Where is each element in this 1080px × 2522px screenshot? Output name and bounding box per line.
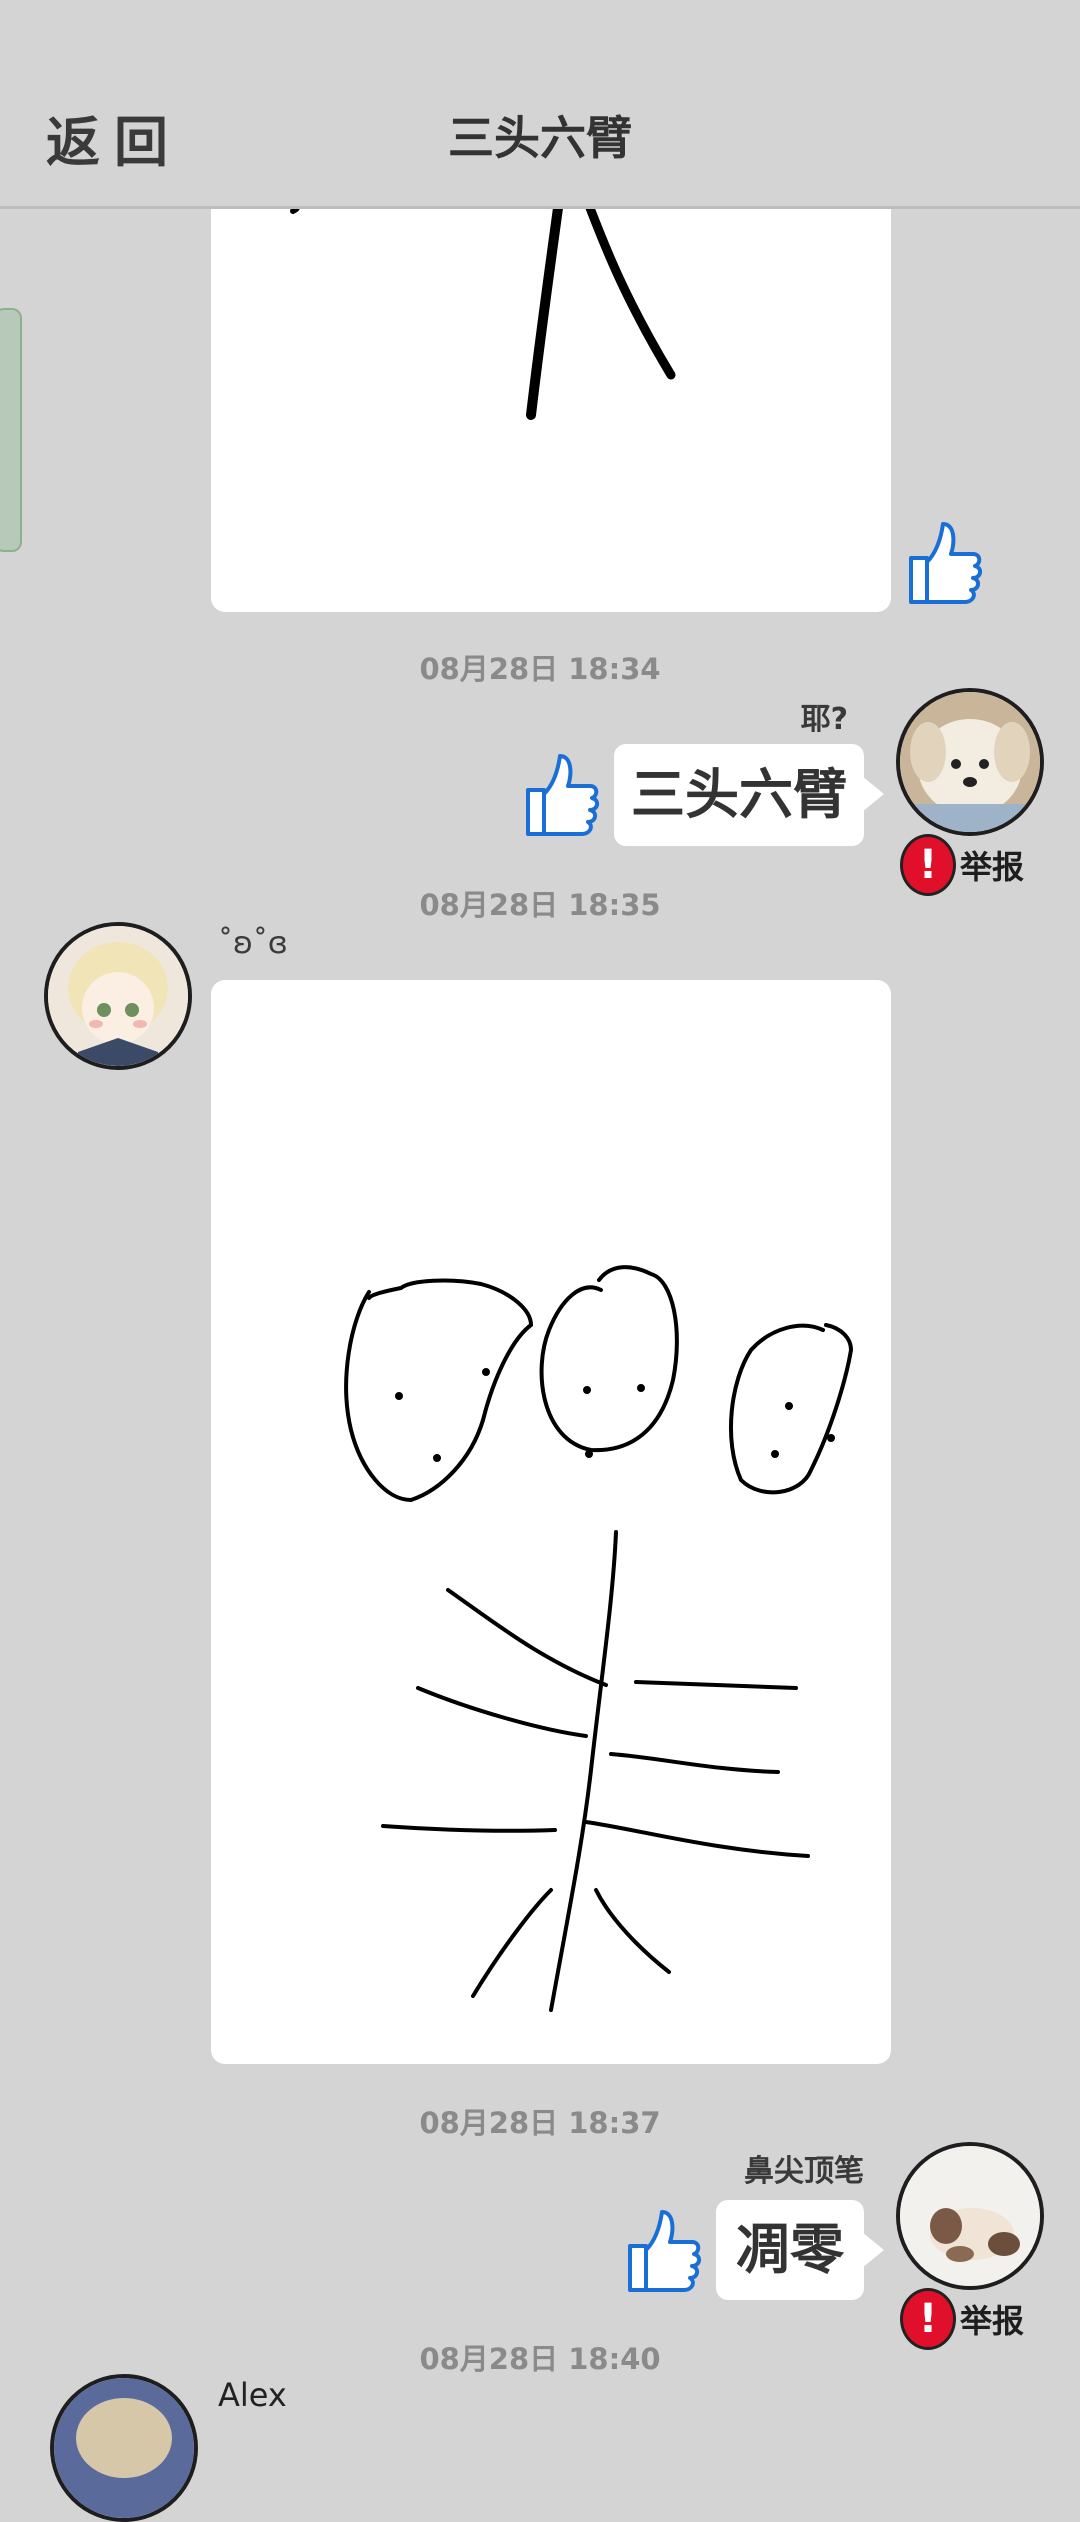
message-text: 凋零 [736, 2218, 844, 2281]
text-message-bubble[interactable]: 三头六臂 [614, 744, 884, 846]
username-label: 鼻尖顶笔 [744, 2154, 864, 2189]
username-label: 耶? [800, 702, 848, 737]
page-title: 三头六臂 [448, 111, 632, 165]
message-text: 三头六臂 [631, 763, 847, 826]
username-label: Alex [218, 2376, 287, 2414]
user-avatar-anime-girl[interactable] [44, 922, 192, 1070]
like-thumb-icon[interactable] [903, 518, 983, 608]
message-timestamp: 08月28日 18:35 [419, 888, 661, 922]
message-timestamp: 08月28日 18:37 [419, 2106, 661, 2140]
message-timestamp: 08月28日 18:34 [419, 652, 661, 686]
username-label: ˚ʚ˚ɞ [218, 926, 288, 961]
like-thumb-icon[interactable] [520, 750, 600, 840]
skeleton-drawing [344, 1265, 854, 2012]
top-bar: 返回 三头六臂 [0, 0, 1080, 209]
user-avatar-cat[interactable] [896, 2142, 1044, 2290]
side-drawer-handle[interactable] [0, 308, 22, 552]
message-timestamp: 08月28日 18:40 [419, 2342, 661, 2376]
text-message-bubble[interactable]: 凋零 [716, 2200, 884, 2300]
user-avatar-alex[interactable] [50, 2374, 198, 2522]
like-thumb-icon[interactable] [622, 2206, 702, 2296]
user-avatar-dog[interactable] [896, 688, 1044, 836]
stick-figure-drawing [290, 195, 676, 420]
drawing-message-image[interactable] [211, 150, 891, 612]
drawing-message-image[interactable] [211, 980, 891, 2064]
